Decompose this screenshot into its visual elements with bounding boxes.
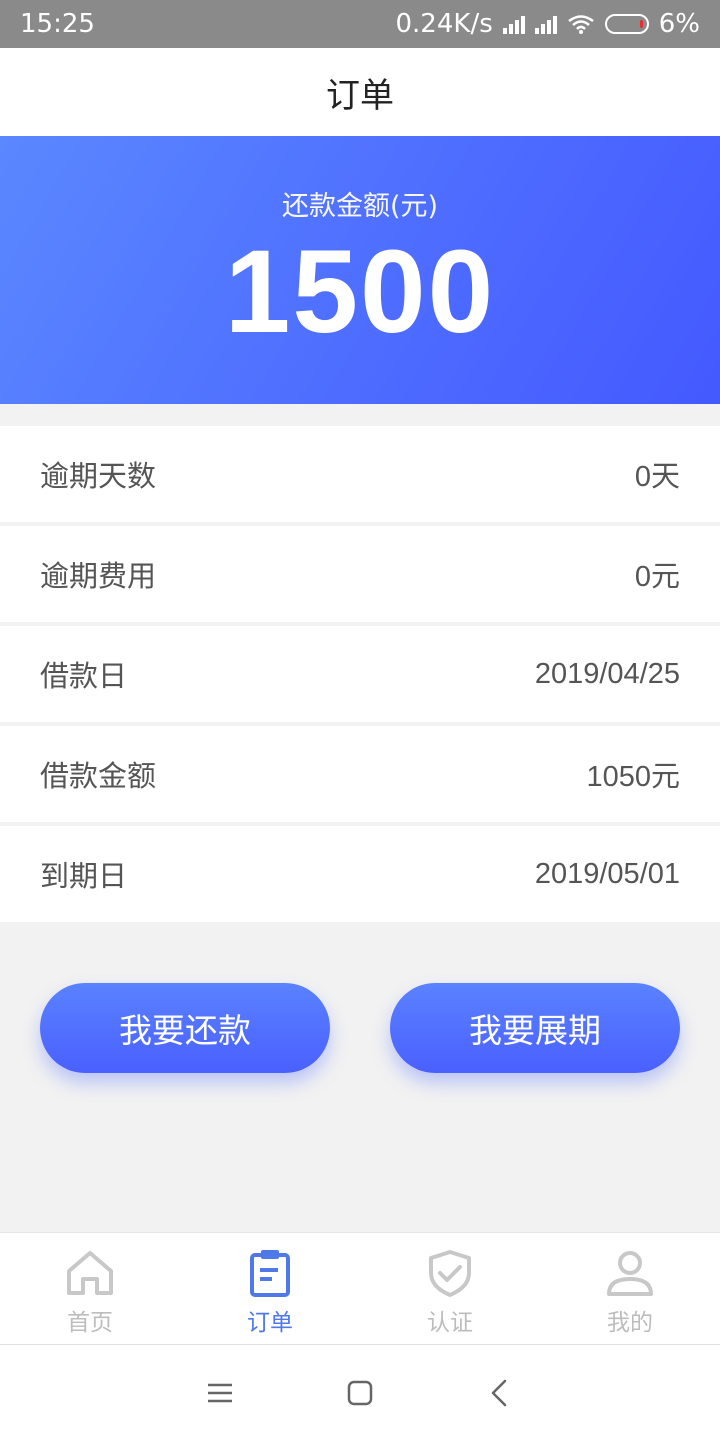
system-navigation-bar: [0, 1344, 720, 1440]
cell-signal-icon: [502, 14, 525, 34]
detail-row-overdue-days: 逾期天数 0天: [0, 426, 720, 522]
home-square-icon[interactable]: [345, 1378, 375, 1408]
tab-label: 首页: [67, 1310, 113, 1336]
user-icon: [607, 1251, 653, 1296]
tab-label: 我的: [607, 1310, 653, 1336]
wifi-icon: [568, 15, 594, 34]
status-bar: 15:25 0.24K/s 6%: [0, 0, 720, 48]
shield-check-icon: [429, 1250, 471, 1297]
tab-profile[interactable]: 我的: [540, 1233, 720, 1344]
detail-value: 0天: [634, 461, 680, 493]
repayment-amount-label: 还款金额(元): [281, 191, 439, 222]
detail-label: 逾期天数: [40, 459, 157, 493]
detail-value: 2019/05/01: [534, 857, 680, 890]
bottom-tab-bar: 首页 订单 认证 我的: [0, 1232, 720, 1344]
status-time: 15:25: [20, 9, 95, 39]
detail-row-loan-date: 借款日 2019/04/25: [0, 626, 720, 722]
menu-icon[interactable]: [205, 1378, 235, 1408]
detail-row-due-date: 到期日 2019/05/01: [0, 826, 720, 922]
page-title-bar: 订单: [0, 48, 720, 136]
tab-verification[interactable]: 认证: [360, 1233, 540, 1344]
tab-label: 订单: [247, 1310, 293, 1336]
detail-label: 到期日: [40, 859, 128, 893]
detail-value: 1050元: [586, 761, 680, 793]
battery-percent: 6%: [658, 9, 700, 39]
detail-label: 逾期费用: [40, 559, 157, 593]
detail-label: 借款金额: [40, 759, 157, 793]
clipboard-icon: [250, 1250, 290, 1297]
detail-value: 0元: [634, 561, 680, 593]
repay-button[interactable]: 我要还款: [40, 983, 330, 1073]
repayment-amount: 1500: [224, 226, 496, 358]
home-icon: [67, 1251, 113, 1295]
battery-icon: [604, 14, 649, 34]
repayment-summary: 还款金额(元) 1500: [0, 136, 720, 404]
back-icon[interactable]: [485, 1378, 515, 1408]
tab-home[interactable]: 首页: [0, 1233, 180, 1344]
cell-signal-2-icon: [534, 14, 557, 34]
detail-value: 2019/04/25: [534, 657, 680, 690]
detail-label: 借款日: [40, 659, 128, 693]
extend-button[interactable]: 我要展期: [390, 983, 680, 1073]
tab-orders[interactable]: 订单: [180, 1233, 360, 1344]
network-speed: 0.24K/s: [395, 9, 493, 39]
detail-row-overdue-fee: 逾期费用 0元: [0, 526, 720, 622]
page-title: 订单: [326, 75, 394, 116]
detail-row-loan-amount: 借款金额 1050元: [0, 726, 720, 822]
status-indicators: 0.24K/s 6%: [396, 9, 701, 39]
tab-label: 认证: [427, 1310, 473, 1336]
